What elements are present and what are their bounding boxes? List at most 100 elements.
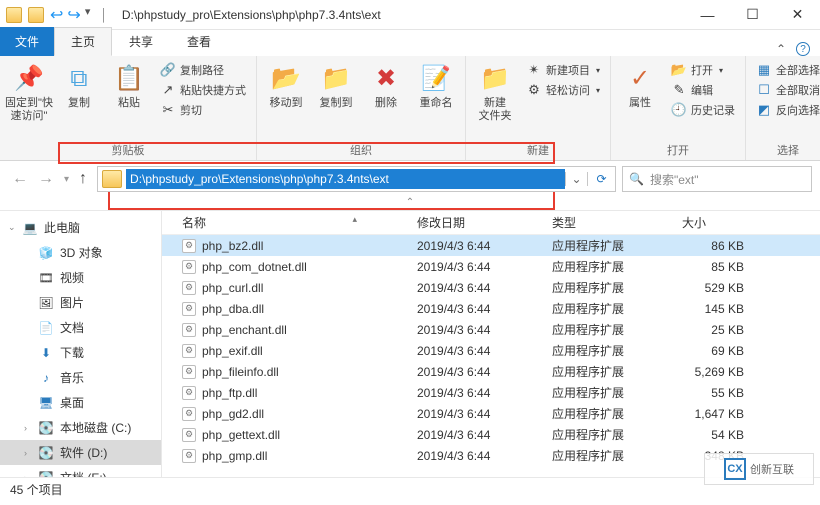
invert-selection-button[interactable]: ◩反向选择 xyxy=(752,101,820,119)
easy-access-button[interactable]: ⚙轻松访问▾ xyxy=(522,81,604,99)
back-button[interactable]: ← xyxy=(12,170,28,188)
properties-button[interactable]: ✓属性 xyxy=(617,59,663,110)
select-none-button[interactable]: ☐全部取消 xyxy=(752,81,820,99)
dll-file-icon: ⚙ xyxy=(182,260,196,274)
recent-caret-icon[interactable]: ▾ xyxy=(64,174,69,185)
paste-icon: 📋 xyxy=(113,63,145,95)
easy-access-icon: ⚙ xyxy=(526,82,542,98)
close-button[interactable]: ✕ xyxy=(775,0,820,30)
navigation-pane: ⌄💻此电脑 🧊3D 对象 🎞视频 🖼图片 📄文档 ⬇下载 ♪音乐 🖥桌面 ›💽本… xyxy=(0,211,162,477)
header-type[interactable]: 类型 xyxy=(552,214,682,231)
address-bar[interactable]: D:\phpstudy_pro\Extensions\php\php7.3.4n… xyxy=(97,166,616,192)
ribbon-group-open-props: ✓属性 📂打开▾ ✎编辑 🕘历史记录 打开 xyxy=(611,56,746,160)
maximize-button[interactable]: ☐ xyxy=(730,0,775,30)
up-button[interactable]: ↑ xyxy=(79,170,87,188)
undo-icon[interactable]: ↩ xyxy=(50,5,63,25)
nav-desktop[interactable]: 🖥桌面 xyxy=(0,390,161,415)
address-path[interactable]: D:\phpstudy_pro\Extensions\php\php7.3.4n… xyxy=(126,169,565,189)
shortcut-icon: ↗ xyxy=(160,82,176,98)
ribbon-collapse-icon[interactable]: ⌃ xyxy=(776,42,786,56)
new-folder-button[interactable]: 📁新建 文件夹 xyxy=(472,59,518,123)
delete-button[interactable]: ✖删除 xyxy=(363,59,409,110)
nav-documents[interactable]: 📄文档 xyxy=(0,315,161,340)
dll-file-icon: ⚙ xyxy=(182,302,196,316)
pin-button[interactable]: 📌 固定到"快 速访问" xyxy=(6,59,52,123)
file-row[interactable]: ⚙php_fileinfo.dll2019/4/3 6:44应用程序扩展5,26… xyxy=(162,361,820,382)
copy-path-button[interactable]: 🔗复制路径 xyxy=(156,61,250,79)
watermark-logo-icon: CX xyxy=(724,458,746,480)
file-row[interactable]: ⚙php_bz2.dll2019/4/3 6:44应用程序扩展86 KB xyxy=(162,235,820,256)
file-date: 2019/4/3 6:44 xyxy=(417,365,552,379)
file-row[interactable]: ⚙php_curl.dll2019/4/3 6:44应用程序扩展529 KB xyxy=(162,277,820,298)
file-name: php_ftp.dll xyxy=(202,386,257,400)
edit-button[interactable]: ✎编辑 xyxy=(667,81,739,99)
nav-3d-objects[interactable]: 🧊3D 对象 xyxy=(0,240,161,265)
redo-icon[interactable]: ↪ xyxy=(67,5,80,25)
tab-file[interactable]: 文件 xyxy=(0,27,54,56)
collapse-row[interactable]: ⌃ xyxy=(0,197,820,211)
rename-button[interactable]: 📝重命名 xyxy=(413,59,459,110)
file-name: php_bz2.dll xyxy=(202,239,263,253)
file-row[interactable]: ⚙php_com_dotnet.dll2019/4/3 6:44应用程序扩展85… xyxy=(162,256,820,277)
file-size: 1,647 KB xyxy=(682,407,744,421)
file-row[interactable]: ⚙php_exif.dll2019/4/3 6:44应用程序扩展69 KB xyxy=(162,340,820,361)
dll-file-icon: ⚙ xyxy=(182,449,196,463)
nav-drive-d[interactable]: ›💽软件 (D:) xyxy=(0,440,161,465)
file-type: 应用程序扩展 xyxy=(552,258,682,275)
column-headers: 名称▴ 修改日期 类型 大小 xyxy=(162,211,820,235)
nav-drive-e[interactable]: ›💽文档 (E:) xyxy=(0,465,161,477)
file-name: php_enchant.dll xyxy=(202,323,287,337)
header-name[interactable]: 名称▴ xyxy=(162,214,417,231)
file-list-area: 名称▴ 修改日期 类型 大小 ⚙ php_bz2.dll 2019/4/3 6:44… xyxy=(162,211,820,477)
file-row[interactable]: ⚙php_ftp.dll2019/4/3 6:44应用程序扩展55 KB xyxy=(162,382,820,403)
properties-icon: ✓ xyxy=(624,63,656,95)
nav-downloads[interactable]: ⬇下载 xyxy=(0,340,161,365)
select-all-button[interactable]: ▦全部选择 xyxy=(752,61,820,79)
file-row[interactable]: ⚙php_gettext.dll2019/4/3 6:44应用程序扩展54 KB xyxy=(162,424,820,445)
tab-view[interactable]: 查看 xyxy=(170,27,228,56)
move-to-button[interactable]: 📂移动到 xyxy=(263,59,309,110)
copy-to-button[interactable]: 📁复制到 xyxy=(313,59,359,110)
file-row[interactable]: ⚙php_gd2.dll2019/4/3 6:44应用程序扩展1,647 KB xyxy=(162,403,820,424)
file-rows: ⚙php_bz2.dll2019/4/3 6:44应用程序扩展86 KB⚙php… xyxy=(162,235,820,477)
new-item-button[interactable]: ✴新建项目▾ xyxy=(522,61,604,79)
search-input[interactable]: 🔍 搜索"ext" xyxy=(622,166,812,192)
address-caret-icon[interactable]: ⌄ xyxy=(565,172,587,186)
caret-down-icon[interactable]: ▾ xyxy=(85,5,91,25)
nav-pictures[interactable]: 🖼图片 xyxy=(0,290,161,315)
tab-home[interactable]: 主页 xyxy=(54,27,112,56)
refresh-button[interactable]: ⟳ xyxy=(587,172,615,186)
file-date: 2019/4/3 6:44 xyxy=(417,239,552,253)
status-bar: 45 个项目 xyxy=(0,477,820,501)
nav-videos[interactable]: 🎞视频 xyxy=(0,265,161,290)
nav-drive-c[interactable]: ›💽本地磁盘 (C:) xyxy=(0,415,161,440)
file-name: php_fileinfo.dll xyxy=(202,365,279,379)
history-button[interactable]: 🕘历史记录 xyxy=(667,101,739,119)
help-icon[interactable]: ? xyxy=(796,42,810,56)
folder-icon xyxy=(6,7,22,23)
delete-icon: ✖ xyxy=(370,63,402,95)
header-date[interactable]: 修改日期 xyxy=(417,214,552,231)
new-item-icon: ✴ xyxy=(526,62,542,78)
paste-shortcut-button[interactable]: ↗粘贴快捷方式 xyxy=(156,81,250,99)
file-type: 应用程序扩展 xyxy=(552,426,682,443)
folder-icon xyxy=(28,7,44,23)
nav-this-pc[interactable]: ⌄💻此电脑 xyxy=(0,215,161,240)
paste-button[interactable]: 📋 粘贴 xyxy=(106,59,152,110)
file-date: 2019/4/3 6:44 xyxy=(417,302,552,316)
file-row[interactable]: ⚙php_dba.dll2019/4/3 6:44应用程序扩展145 KB xyxy=(162,298,820,319)
watermark-text: 创新互联 xyxy=(750,461,794,477)
file-row[interactable]: ⚙php_enchant.dll2019/4/3 6:44应用程序扩展25 KB xyxy=(162,319,820,340)
file-type: 应用程序扩展 xyxy=(552,279,682,296)
header-size[interactable]: 大小 xyxy=(682,214,760,231)
minimize-button[interactable]: — xyxy=(685,0,730,30)
group-label: 组织 xyxy=(350,140,372,160)
tab-share[interactable]: 共享 xyxy=(112,27,170,56)
file-date: 2019/4/3 6:44 xyxy=(417,281,552,295)
nav-music[interactable]: ♪音乐 xyxy=(0,365,161,390)
forward-button[interactable]: → xyxy=(38,170,54,188)
copy-button[interactable]: ⧉ 复制 xyxy=(56,59,102,110)
sort-asc-icon: ▴ xyxy=(352,214,357,225)
cut-button[interactable]: ✂剪切 xyxy=(156,101,250,119)
open-button[interactable]: 📂打开▾ xyxy=(667,61,739,79)
